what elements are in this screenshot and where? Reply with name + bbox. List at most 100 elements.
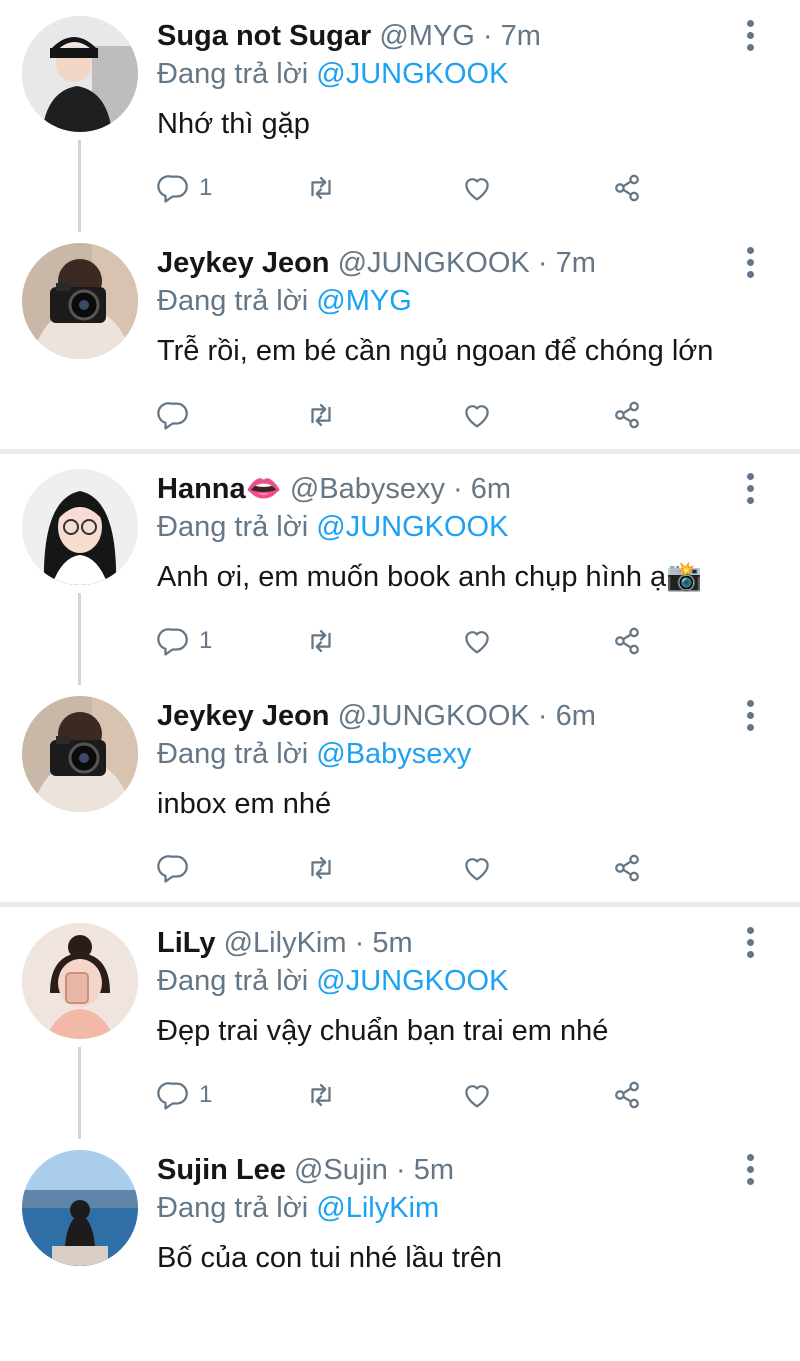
thread-line [78,140,81,232]
replying-to-label: Đang trả lời [157,58,309,90]
like-button[interactable] [460,621,494,661]
reply-button[interactable]: 1 [157,621,212,661]
timestamp[interactable]: 7m [556,247,596,279]
tweet-text: Trễ rồi, em bé cần ngủ ngoan để chóng lớ… [157,335,714,367]
replying-to: Đang trả lời @MYG [157,283,412,319]
heart-icon [465,178,489,201]
retweet-button[interactable] [304,395,338,435]
retweet-icon [311,1083,331,1107]
retweet-button[interactable] [304,848,338,888]
user-handle[interactable]: @LilyKim [224,927,347,959]
reply-button[interactable] [157,395,199,435]
tweet-header: Suga not Sugar @MYG · 7m [157,18,541,54]
user-handle[interactable]: @Sujin [294,1154,388,1186]
avatar[interactable] [22,16,138,132]
more-vertical-icon[interactable] [742,20,758,54]
separator-dot: · [354,927,365,959]
tweet-actions: 1 [157,1075,657,1115]
retweet-icon [311,403,331,427]
mention-link[interactable]: @Babysexy [316,738,471,770]
tweet-text: Đẹp trai vậy chuẩn bạn trai em nhé [157,1015,609,1047]
more-vertical-icon[interactable] [742,473,758,507]
avatar-girl-bun-icon [22,923,138,1039]
tweet-text: Nhớ thì gặp [157,108,310,140]
tweet[interactable]: Suga not Sugar @MYG · 7m Đang trả lời @J… [0,0,800,232]
reply-button[interactable]: 1 [157,168,212,208]
tweet[interactable]: Hanna👄 @Babysexy · 6m Đang trả lời @JUNG… [0,453,800,685]
more-vertical-icon[interactable] [742,247,758,281]
display-name[interactable]: Suga not Sugar [157,20,371,52]
replying-to: Đang trả lời @JUNGKOOK [157,56,508,92]
thread-line [78,593,81,685]
more-vertical-icon[interactable] [742,1154,758,1188]
replying-to: Đang trả lời @JUNGKOOK [157,509,508,545]
like-button[interactable] [460,168,494,208]
reply-icon [157,175,188,203]
timestamp[interactable]: 6m [471,473,511,505]
display-name[interactable]: Jeykey Jeon [157,247,330,279]
avatar-camera-icon [22,243,138,359]
reply-feed: Suga not Sugar @MYG · 7m Đang trả lời @J… [0,0,800,1280]
reply-button[interactable]: 1 [157,1075,212,1115]
avatar[interactable] [22,469,138,585]
more-vertical-icon[interactable] [742,927,758,961]
user-handle[interactable]: @Babysexy [290,473,445,505]
tweet[interactable]: Jeykey Jeon @JUNGKOOK · 7m Đang trả lời … [0,227,800,454]
tweet[interactable]: Jeykey Jeon @JUNGKOOK · 6m Đang trả lời … [0,680,800,907]
tweet-text: inbox em nhé [157,788,332,820]
more-vertical-icon[interactable] [742,700,758,734]
separator-dot: · [537,700,548,732]
display-name[interactable]: Sujin Lee [157,1154,286,1186]
display-name[interactable]: LiLy [157,927,216,959]
mention-link[interactable]: @JUNGKOOK [316,965,508,997]
mention-link[interactable]: @LilyKim [316,1192,439,1224]
user-handle[interactable]: @MYG [379,20,475,52]
timestamp[interactable]: 7m [501,20,541,52]
avatar-camera-icon [22,696,138,812]
share-button[interactable] [610,1075,644,1115]
mention-link[interactable]: @MYG [316,285,412,317]
share-button[interactable] [610,621,644,661]
retweet-button[interactable] [304,621,338,661]
avatar[interactable] [22,243,138,359]
share-button[interactable] [610,848,644,888]
mention-link[interactable]: @JUNGKOOK [316,58,508,90]
tweet-actions: 1 [157,168,657,208]
retweet-button[interactable] [304,168,338,208]
heart-icon [465,631,489,654]
timestamp[interactable]: 5m [372,927,412,959]
display-name[interactable]: Jeykey Jeon [157,700,330,732]
retweet-button[interactable] [304,1075,338,1115]
tweet-actions [157,848,657,888]
like-button[interactable] [460,395,494,435]
replying-to-label: Đang trả lời [157,511,309,543]
avatar[interactable] [22,1150,138,1266]
like-button[interactable] [460,848,494,888]
avatar[interactable] [22,923,138,1039]
replying-to: Đang trả lời @JUNGKOOK [157,963,508,999]
replying-to-label: Đang trả lời [157,738,309,770]
separator-dot: · [453,473,463,505]
replying-to-label: Đang trả lời [157,285,309,317]
share-button[interactable] [610,395,644,435]
tweet-actions [157,395,657,435]
reply-count: 1 [199,174,213,201]
tweet-actions: 1 [157,621,657,661]
heart-icon [465,1085,489,1108]
share-button[interactable] [610,168,644,208]
replying-to: Đang trả lời @LilyKim [157,1190,439,1226]
display-name[interactable]: Hanna👄 [157,473,282,505]
mention-link[interactable]: @JUNGKOOK [316,511,508,543]
like-button[interactable] [460,1075,494,1115]
retweet-icon [311,176,331,200]
reply-button[interactable] [157,848,199,888]
user-handle[interactable]: @JUNGKOOK [338,247,530,279]
avatar[interactable] [22,696,138,812]
tweet-text: Anh ơi, em muốn book anh chụp hình ạ📸 [157,561,703,593]
timestamp[interactable]: 6m [556,700,596,732]
avatar-girl-glasses-icon [22,469,138,585]
user-handle[interactable]: @JUNGKOOK [338,700,530,732]
timestamp[interactable]: 5m [414,1154,454,1186]
tweet[interactable]: Sujin Lee @Sujin · 5m Đang trả lời @Lily… [0,1134,800,1361]
tweet[interactable]: LiLy @LilyKim · 5m Đang trả lời @JUNGKOO… [0,907,800,1139]
